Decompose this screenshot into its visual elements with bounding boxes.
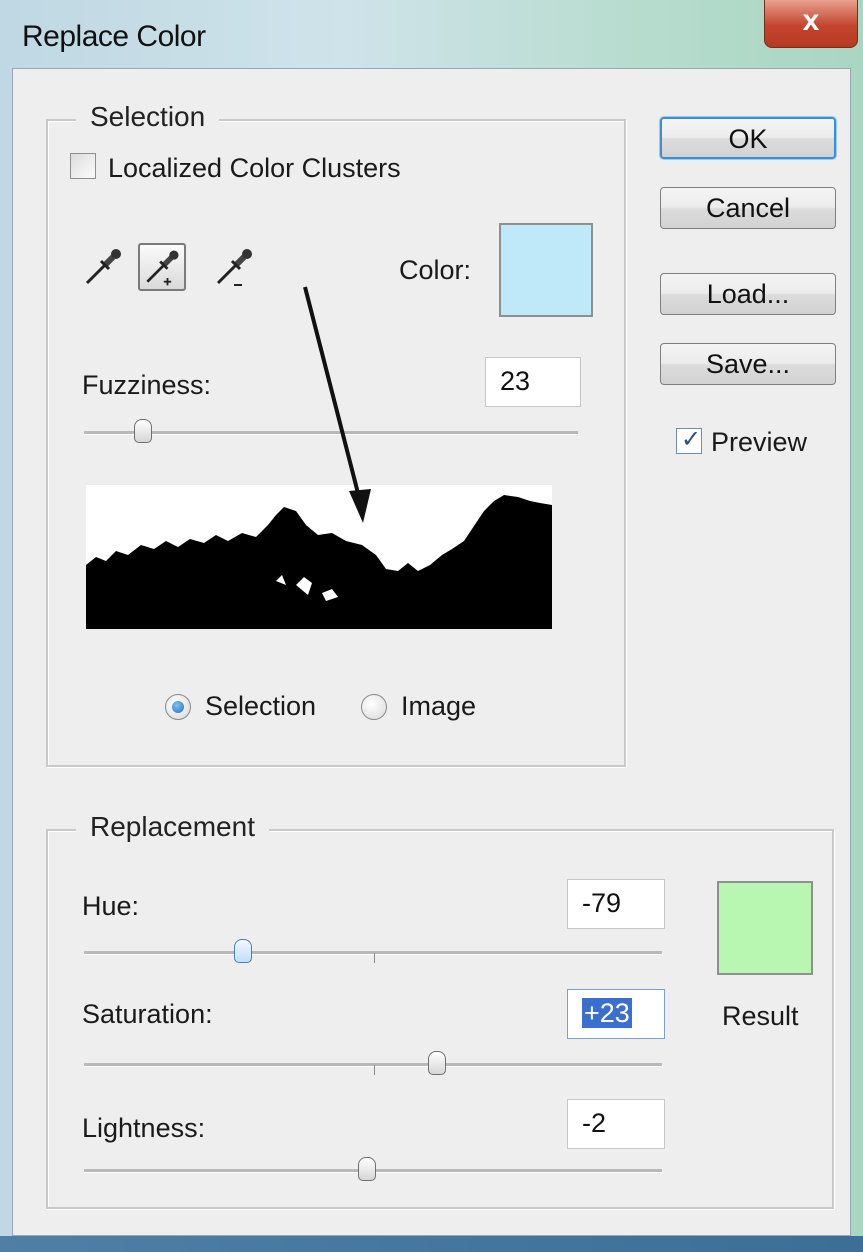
saturation-label: Saturation: [82,999,213,1029]
lightness-slider-thumb[interactable] [358,1157,376,1181]
window-bottom-border [0,1236,863,1252]
localized-color-clusters-label: Localized Color Clusters [108,153,401,183]
view-image-label: Image [401,691,477,721]
selection-legend: Selection [76,101,220,133]
preview-label: Preview [711,427,808,457]
preview-checkbox[interactable]: ✓ [676,426,702,454]
localized-color-clusters-checkbox[interactable] [70,153,96,179]
cancel-button[interactable]: Cancel [660,187,836,229]
fuzziness-slider-thumb[interactable] [134,419,152,443]
dialog-client-area: Selection Localized Color Clusters Color… [12,68,851,1236]
window-title: Replace Color [22,20,206,53]
saturation-slider-thumb[interactable] [428,1051,446,1075]
color-label: Color: [399,255,472,285]
view-image-radio[interactable] [361,694,387,720]
result-label: Result [722,1001,799,1031]
hue-label: Hue: [82,891,140,921]
checkmark-icon: ✓ [681,426,702,453]
replacement-legend: Replacement [76,811,269,843]
lightness-label: Lightness: [82,1113,206,1143]
selection-color-swatch[interactable] [499,223,593,317]
fuzziness-input[interactable]: 23 [485,357,581,407]
load-button[interactable]: Load... [660,273,836,315]
replace-color-dialog: Replace Color x Selection Localized Colo… [0,0,863,1252]
ok-button[interactable]: OK [660,117,836,159]
save-button[interactable]: Save... [660,343,836,385]
view-selection-label: Selection [205,691,317,721]
eyedropper-minus-icon[interactable] [210,243,258,291]
saturation-slider-center-tick [374,1065,375,1075]
view-selection-radio[interactable] [165,694,191,720]
saturation-input[interactable]: +23 [567,989,665,1039]
eyedropper-plus-icon[interactable] [138,243,186,291]
annotation-arrow [303,286,371,523]
close-icon: x [802,4,820,37]
lightness-input[interactable]: -2 [567,1099,665,1149]
result-color-swatch[interactable] [717,881,813,975]
hue-slider-thumb[interactable] [234,939,252,963]
hue-slider-center-tick [374,953,375,963]
hue-slider-track[interactable] [84,951,662,955]
close-button[interactable]: x [764,0,858,48]
saturation-slider-track[interactable] [84,1063,662,1067]
hue-input[interactable]: -79 [567,879,665,929]
eyedropper-icon[interactable] [79,243,127,291]
fuzziness-label: Fuzziness: [82,370,212,400]
title-bar[interactable]: Replace Color x [0,0,863,70]
